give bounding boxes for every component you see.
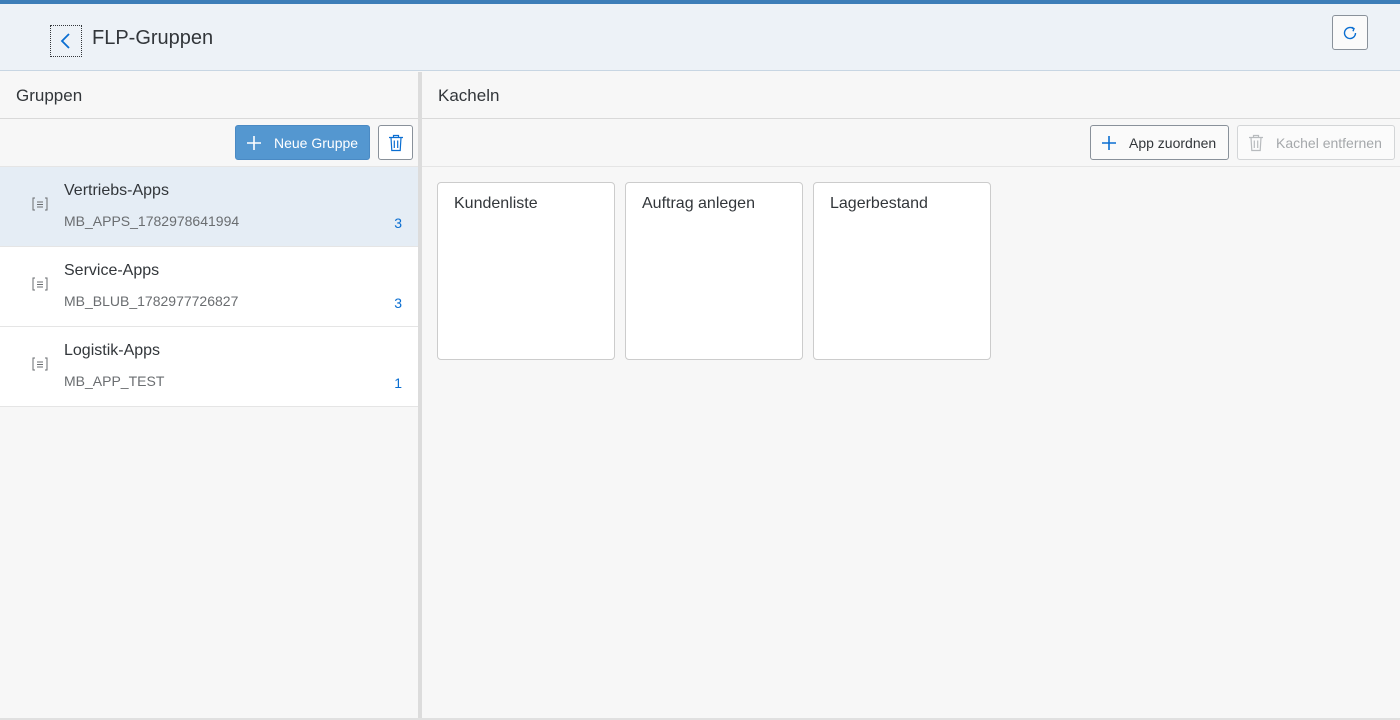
tile-title: Auftrag anlegen [642, 195, 755, 212]
group-list-item[interactable]: Logistik-Apps MB_APP_TEST 1 [0, 327, 418, 407]
new-group-button[interactable]: Neue Gruppe [235, 125, 370, 160]
group-title: Vertriebs-Apps [64, 182, 169, 199]
group-id: MB_BLUB_1782977726827 [64, 293, 239, 309]
group-id: MB_APP_TEST [64, 373, 165, 389]
group-tile-count: 3 [394, 215, 402, 231]
groups-pane: Gruppen Neue Gruppe Vertriebs-Apps MB_AP… [0, 72, 418, 720]
page-title: FLP-Gruppen [92, 27, 214, 49]
group-list-item[interactable]: Vertriebs-Apps MB_APPS_1782978641994 3 [0, 167, 418, 247]
assign-app-button[interactable]: App zuordnen [1090, 125, 1229, 160]
page-header: FLP-Gruppen [0, 4, 1400, 71]
group-list-item[interactable]: Service-Apps MB_BLUB_1782977726827 3 [0, 247, 418, 327]
trash-icon [388, 134, 403, 151]
groups-title-divider [0, 118, 418, 119]
remove-tile-label: Kachel entfernen [1276, 134, 1382, 151]
tile-title: Lagerbestand [830, 195, 928, 212]
group-icon [32, 357, 48, 371]
tile[interactable]: Auftrag anlegen [625, 182, 803, 360]
tiles-pane-title: Kacheln [438, 86, 500, 105]
new-group-label: Neue Gruppe [274, 134, 359, 151]
plus-icon [247, 135, 261, 150]
group-icon [32, 277, 48, 291]
group-tile-count: 3 [394, 295, 402, 311]
back-button[interactable] [50, 25, 82, 57]
groups-pane-title: Gruppen [16, 86, 83, 105]
tiles-title-divider [422, 118, 1400, 119]
delete-group-button[interactable] [378, 125, 413, 160]
tile[interactable]: Kundenliste [437, 182, 615, 360]
trash-icon [1249, 134, 1263, 151]
group-tile-count: 1 [394, 375, 402, 391]
tile-title: Kundenliste [454, 195, 538, 212]
remove-tile-button[interactable]: Kachel entfernen [1237, 125, 1395, 160]
assign-app-label: App zuordnen [1129, 134, 1217, 151]
chevron-left-icon [60, 33, 70, 49]
group-list: Vertriebs-Apps MB_APPS_1782978641994 3 S… [0, 167, 418, 407]
group-icon [32, 197, 48, 211]
tile[interactable]: Lagerbestand [813, 182, 991, 360]
tiles-toolbar-divider [422, 166, 1400, 167]
group-id: MB_APPS_1782978641994 [64, 213, 240, 229]
group-title: Service-Apps [64, 262, 160, 279]
tiles-pane: Kacheln App zuordnen Kachel entfernen Ku… [422, 72, 1400, 720]
group-title: Logistik-Apps [64, 342, 161, 359]
refresh-button[interactable] [1332, 15, 1368, 50]
plus-icon [1102, 135, 1116, 150]
refresh-icon [1343, 26, 1357, 39]
